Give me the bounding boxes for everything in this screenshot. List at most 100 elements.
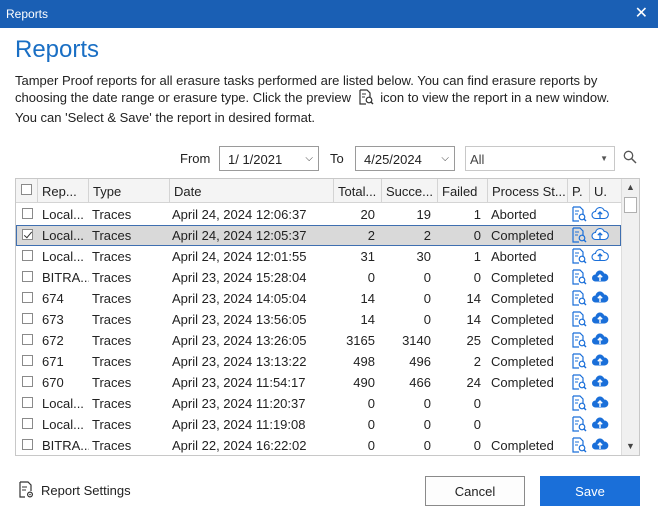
scroll-up-icon[interactable]: ▲ [622,179,639,196]
preview-icon[interactable] [571,332,587,351]
cell-status [491,393,568,414]
cancel-button[interactable]: Cancel [425,476,525,506]
title-bar: Reports ✕ [0,0,658,28]
table-row[interactable]: BITRA... Traces April 22, 2024 16:22:02 0 0 0… [16,435,621,455]
preview-icon[interactable] [571,206,587,225]
row-checkbox[interactable] [22,208,33,219]
col-type[interactable]: Type [89,179,170,203]
upload-cloud-icon[interactable] [591,353,609,372]
from-date-picker[interactable]: 1/ 1/2021 ⌵ [219,146,319,171]
row-checkbox[interactable] [22,250,33,261]
upload-cloud-icon[interactable] [591,269,609,288]
upload-cloud-icon[interactable] [591,374,609,393]
cell-report: Local... [42,396,84,411]
select-all-checkbox[interactable] [21,184,32,195]
col-failed[interactable]: Failed [438,179,488,203]
row-checkbox[interactable] [22,229,33,240]
cell-type: Traces [92,207,132,222]
scroll-thumb[interactable] [624,197,637,213]
row-checkbox[interactable] [22,271,33,282]
col-upload[interactable]: U. [590,179,612,203]
close-icon[interactable]: ✕ [635,3,648,23]
cell-success: 2 [423,228,431,243]
vertical-scrollbar[interactable]: ▲ ▼ [621,179,639,455]
filter-bar: From 1/ 1/2021 ⌵ To 4/25/2024 ⌵ All ▼ [0,146,658,172]
row-checkbox[interactable] [22,376,33,387]
cell-failed: 0 [473,228,481,243]
table-row[interactable]: 672 Traces April 23, 2024 13:26:05 3165 3140… [16,330,621,351]
preview-icon[interactable] [571,227,587,246]
col-preview[interactable]: P. [568,179,590,203]
col-report[interactable]: Rep... [38,179,89,203]
preview-icon[interactable] [571,269,587,288]
table-row[interactable]: Local... Traces April 23, 2024 11:19:08 0 0 0 [16,414,621,435]
row-checkbox[interactable] [22,418,33,429]
cell-status: Completed [491,375,554,390]
report-settings-link[interactable]: Report Settings [17,481,131,499]
cell-total: 20 [360,207,375,222]
upload-cloud-icon[interactable] [591,206,609,225]
upload-cloud-icon[interactable] [591,416,609,435]
preview-icon[interactable] [571,353,587,372]
upload-cloud-icon[interactable] [591,395,609,414]
cell-date: April 23, 2024 13:13:22 [172,354,307,369]
from-date-value: 1/ 1/2021 [228,152,283,167]
table-row[interactable]: Local... Traces April 24, 2024 12:06:37 20 1… [16,204,621,225]
cell-failed: 2 [473,354,481,369]
upload-cloud-icon[interactable] [591,437,609,455]
cell-report: Local... [42,207,84,222]
col-status[interactable]: Process St... [488,179,568,203]
preview-icon[interactable] [571,290,587,309]
cell-date: April 23, 2024 11:54:17 [172,375,306,390]
table-row[interactable]: Local... Traces April 24, 2024 12:05:37 2 2 0… [16,225,621,246]
save-button[interactable]: Save [540,476,640,506]
cell-total: 14 [360,312,375,327]
cell-type: Traces [92,417,132,432]
table-row[interactable]: 670 Traces April 23, 2024 11:54:17 490 466 24… [16,372,621,393]
col-success[interactable]: Succe... [382,179,438,203]
row-checkbox[interactable] [22,439,33,450]
cell-status: Completed [491,438,554,453]
row-checkbox[interactable] [22,292,33,303]
preview-icon[interactable] [571,311,587,330]
row-checkbox[interactable] [22,355,33,366]
upload-cloud-icon[interactable] [591,332,609,351]
cell-type: Traces [92,249,132,264]
erasure-type-select[interactable]: All ▼ [465,146,615,171]
table-row[interactable]: 673 Traces April 23, 2024 13:56:05 14 0 14 Com… [16,309,621,330]
preview-icon[interactable] [571,374,587,393]
cell-date: April 24, 2024 12:01:55 [172,249,307,264]
cell-success: 0 [423,396,431,411]
preview-icon[interactable] [571,395,587,414]
cell-total: 490 [353,375,375,390]
dropdown-arrow-icon: ▼ [600,154,608,163]
col-total[interactable]: Total... [334,179,382,203]
upload-cloud-icon[interactable] [591,311,609,330]
scroll-down-icon[interactable]: ▼ [622,438,639,455]
preview-icon[interactable] [571,248,587,267]
cell-date: April 23, 2024 13:56:05 [172,312,307,327]
table-row[interactable]: Local... Traces April 24, 2024 12:01:55 31 3… [16,246,621,267]
from-label: From [180,151,211,166]
row-checkbox[interactable] [22,397,33,408]
table-row[interactable]: 671 Traces April 23, 2024 13:13:22 498 496 2 C… [16,351,621,372]
table-row[interactable]: Local... Traces April 23, 2024 11:20:37 0 0 0 [16,393,621,414]
row-checkbox[interactable] [22,313,33,324]
cell-success: 0 [423,270,431,285]
to-date-picker[interactable]: 4/25/2024 ⌵ [355,146,455,171]
row-checkbox[interactable] [22,334,33,345]
upload-cloud-icon[interactable] [591,290,609,309]
table-row[interactable]: BITRA... Traces April 23, 2024 15:28:04 0 0 0… [16,267,621,288]
upload-cloud-icon[interactable] [591,227,609,246]
cell-report: 674 [42,291,64,306]
preview-icon[interactable] [571,437,587,455]
window-title: Reports [6,7,49,21]
table-row[interactable]: 674 Traces April 23, 2024 14:05:04 14 0 14 Com… [16,288,621,309]
to-date-value: 4/25/2024 [364,152,422,167]
upload-cloud-icon[interactable] [591,248,609,267]
search-icon[interactable] [623,150,637,167]
col-date[interactable]: Date [170,179,334,203]
chevron-down-icon: ⌵ [305,153,313,164]
preview-icon[interactable] [571,416,587,435]
cell-type: Traces [92,396,132,411]
